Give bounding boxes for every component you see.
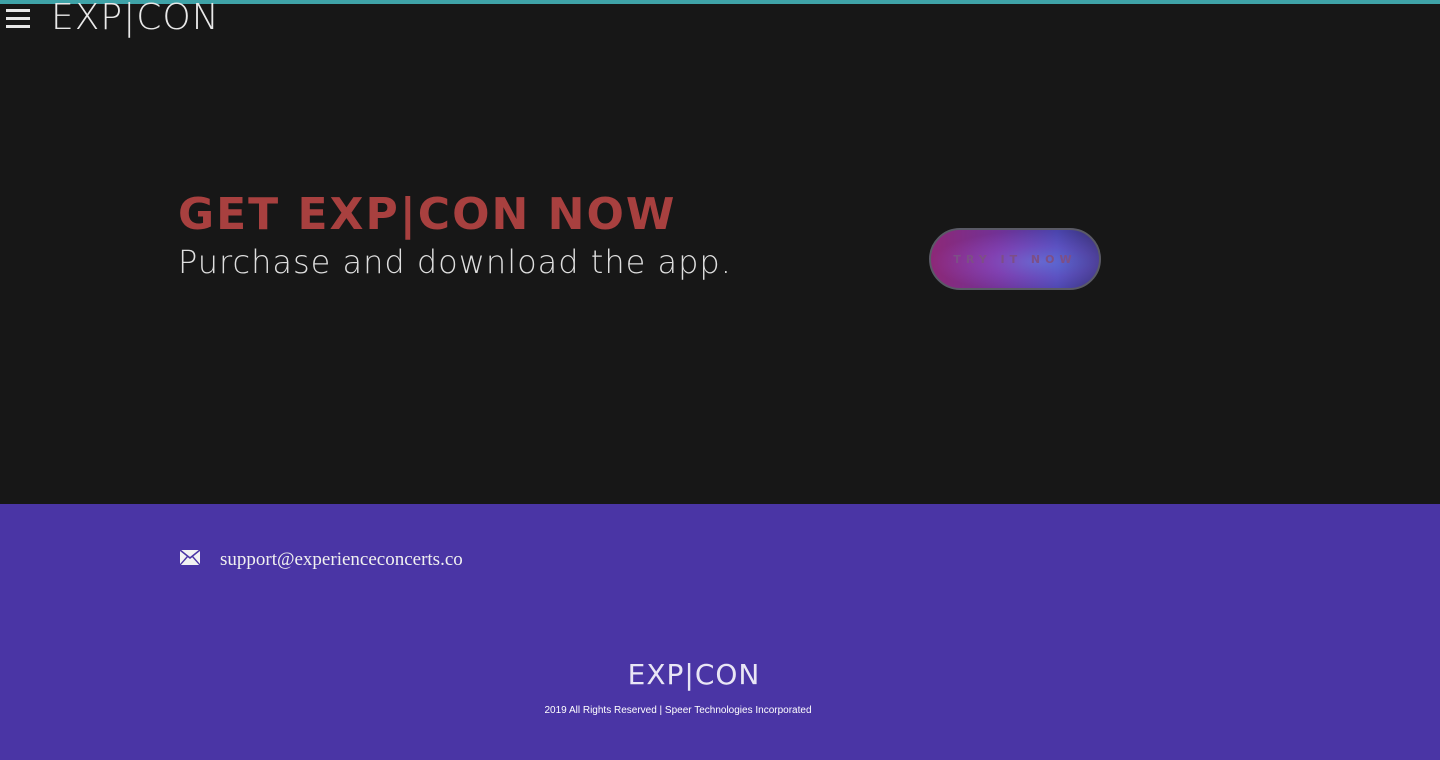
site-footer: support@experienceconcerts.co EXP|CON 20…: [0, 504, 1440, 760]
hamburger-menu-icon[interactable]: [6, 8, 30, 28]
try-it-now-label: TRY IT NOW: [953, 252, 1077, 266]
copyright-text: 2019 All Rights Reserved | Speer Technol…: [544, 705, 812, 716]
envelope-icon: [180, 550, 200, 565]
site-logo[interactable]: EXP|CON: [51, 0, 220, 38]
footer-logo: EXP|CON: [627, 658, 761, 691]
try-it-now-button[interactable]: TRY IT NOW: [929, 228, 1101, 290]
hero-subtitle: Purchase and download the app.: [178, 243, 732, 281]
hero-title: GET EXP|CON NOW: [178, 189, 677, 240]
support-email-link[interactable]: support@experienceconcerts.co: [220, 549, 463, 571]
hero-section: GET EXP|CON NOW Purchase and download th…: [0, 4, 1440, 504]
site-header: EXP|CON: [0, 0, 1440, 40]
